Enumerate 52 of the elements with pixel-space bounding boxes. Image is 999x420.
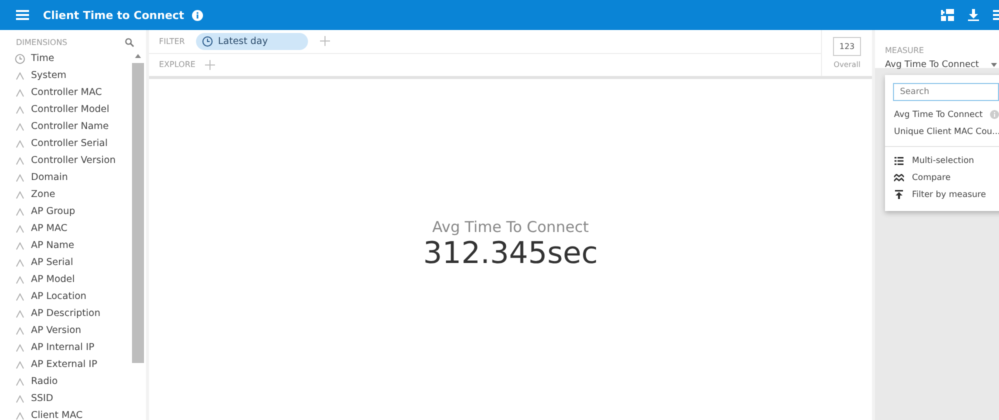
dimension-item[interactable]: Controller Version bbox=[15, 152, 132, 169]
filter-chip[interactable]: Latest day bbox=[196, 32, 308, 50]
info-icon[interactable] bbox=[192, 10, 204, 20]
dimension-item[interactable]: AP Internal IP bbox=[15, 339, 132, 356]
measure-option[interactable]: Avg Time To Connect bbox=[885, 106, 999, 123]
caret-icon bbox=[991, 63, 997, 67]
metric-title: Avg Time To Connect bbox=[432, 218, 589, 236]
dimension-item[interactable]: SSID bbox=[15, 390, 132, 407]
dimension-item[interactable]: Controller Serial bbox=[15, 135, 132, 152]
search-icon[interactable] bbox=[125, 38, 134, 47]
menu-action[interactable]: Compare bbox=[885, 169, 999, 186]
add-tile-icon[interactable] bbox=[941, 9, 954, 21]
scrollbar-thumb[interactable] bbox=[132, 63, 144, 363]
dimension-item[interactable]: Domain bbox=[15, 169, 132, 186]
section-title: DIMENSIONS bbox=[16, 38, 68, 47]
dimension-item[interactable]: AP Location bbox=[15, 288, 132, 305]
dimension-item[interactable]: AP Description bbox=[15, 305, 132, 322]
list-icon bbox=[894, 156, 904, 164]
search-field[interactable]: Search bbox=[893, 83, 999, 101]
menu-action[interactable]: Filter by measure bbox=[885, 186, 999, 203]
dimension-item[interactable]: AP External IP bbox=[15, 356, 132, 373]
filter-icon bbox=[894, 190, 904, 199]
dimension-item[interactable]: AP MAC bbox=[15, 220, 132, 237]
measure-select[interactable]: Avg Time To Connect bbox=[885, 60, 999, 70]
dimension-item[interactable]: AP Serial bbox=[15, 254, 132, 271]
menu-icon[interactable] bbox=[16, 10, 29, 20]
dimension-item[interactable]: Client MAC bbox=[15, 407, 132, 420]
clock-icon bbox=[202, 36, 213, 47]
clock-icon bbox=[15, 54, 25, 64]
dimension-item[interactable]: Controller Model bbox=[15, 101, 132, 118]
scroll-up-icon[interactable] bbox=[135, 54, 141, 58]
visualization-button[interactable]: 123 bbox=[833, 37, 861, 56]
page-title: Client Time to Connect bbox=[43, 8, 184, 22]
dimension-item[interactable]: AP Name bbox=[15, 237, 132, 254]
metric-value: 312.345sec bbox=[423, 236, 598, 271]
dimension-item[interactable]: Controller Name bbox=[15, 118, 132, 135]
measure-option[interactable]: Unique Client MAC Cou... bbox=[885, 123, 999, 140]
measure-label: MEASURE bbox=[885, 46, 924, 55]
dimension-item[interactable]: AP Model bbox=[15, 271, 132, 288]
dimension-item[interactable]: Time bbox=[15, 50, 132, 67]
dimension-item[interactable]: AP Version bbox=[15, 322, 132, 339]
dimension-item[interactable]: System bbox=[15, 67, 132, 84]
dimension-item[interactable]: Controller MAC bbox=[15, 84, 132, 101]
explore-label: EXPLORE bbox=[159, 60, 196, 70]
filter-label: FILTER bbox=[159, 36, 184, 46]
download-icon[interactable] bbox=[968, 9, 979, 21]
dimension-item[interactable]: AP Group bbox=[15, 203, 132, 220]
compare-icon bbox=[894, 174, 904, 182]
dimension-item[interactable]: Zone bbox=[15, 186, 132, 203]
menu-action[interactable]: Multi-selection bbox=[885, 152, 999, 169]
menu-icon[interactable] bbox=[993, 10, 999, 20]
dimension-item[interactable]: Radio bbox=[15, 373, 132, 390]
